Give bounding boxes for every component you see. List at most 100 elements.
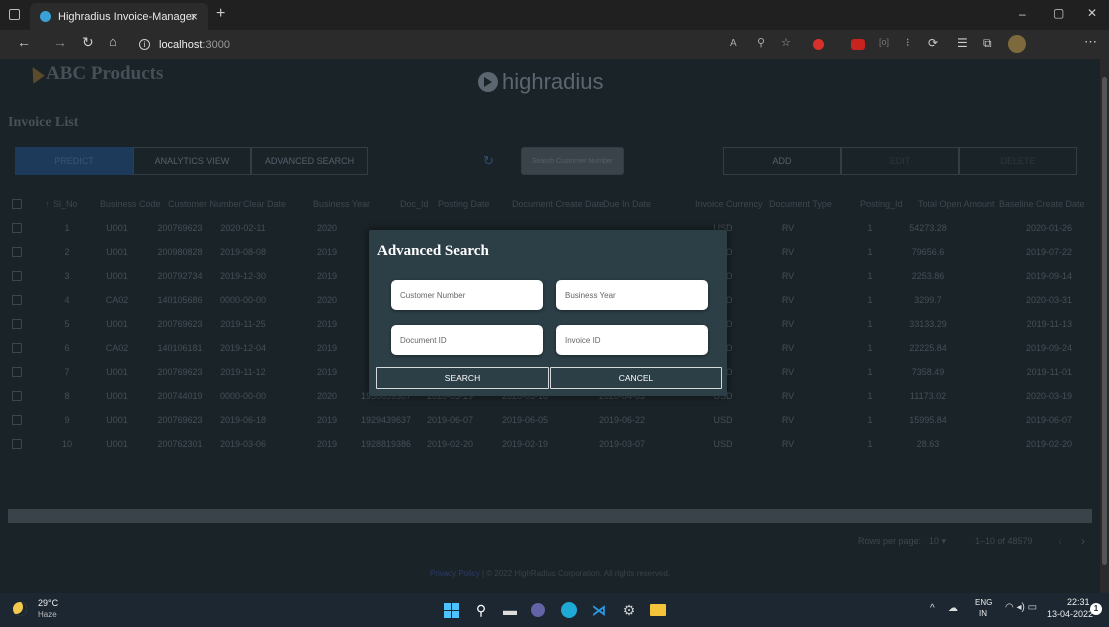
refresh-icon[interactable]: ↻ — [82, 34, 94, 51]
table-row[interactable]: 10 U001 200762301 2019-03-06 2019 1928819386 2… — [0, 432, 1100, 456]
table-cell: 6 — [64, 343, 70, 353]
close-window-button[interactable]: ✕ — [1087, 6, 1097, 20]
table-cell: 2019-09-24 — [1025, 343, 1072, 353]
table-cell: 2019 — [316, 367, 338, 377]
wifi-volume-battery-icons[interactable]: ◠ ◂) ▭ — [1005, 602, 1037, 613]
table-cell: 2020-03-31 — [1025, 295, 1072, 305]
add-button[interactable]: ADD — [723, 147, 841, 175]
read-aloud-icon[interactable]: A — [730, 38, 737, 49]
horizontal-scrollbar[interactable] — [8, 509, 1092, 523]
header-cell[interactable]: Sl_No — [53, 192, 78, 216]
adblock-icon[interactable] — [851, 39, 865, 50]
table-cell: 2019 — [316, 247, 338, 257]
cloud-icon[interactable]: ☁ — [948, 603, 958, 614]
collections-icon[interactable]: ⧉ — [983, 36, 992, 51]
row-checkbox[interactable] — [12, 223, 22, 233]
edge-icon[interactable] — [559, 600, 579, 620]
task-view-icon[interactable]: ▬ — [500, 600, 520, 620]
language-line2[interactable]: IN — [979, 609, 987, 618]
notification-badge-icon[interactable]: 1 — [1090, 603, 1102, 615]
close-tab-icon[interactable]: × — [190, 9, 198, 24]
minimize-button[interactable]: – — [1019, 7, 1026, 21]
header-cell[interactable]: Document Type — [769, 192, 832, 216]
favorites-bar-icon[interactable]: ☰ — [957, 36, 968, 50]
row-checkbox[interactable] — [12, 367, 22, 377]
document-id-input[interactable]: Document ID — [391, 325, 543, 355]
table-cell: U001 — [106, 319, 128, 329]
file-explorer-icon[interactable] — [648, 600, 668, 620]
clock-time[interactable]: 22:31 — [1067, 597, 1090, 607]
language-line1[interactable]: ENG — [975, 598, 992, 607]
start-icon[interactable] — [441, 600, 461, 620]
table-cell: 200769623 — [157, 367, 203, 377]
browser-tab[interactable]: Highradius Invoice-Manager × — [30, 3, 208, 30]
next-page-icon[interactable]: › — [1081, 534, 1085, 548]
predict-button[interactable]: PREDICT — [15, 147, 133, 175]
rows-per-page-select[interactable]: 10 ▾ — [929, 536, 946, 547]
teams-chat-icon[interactable] — [528, 600, 548, 620]
scrollbar-thumb[interactable] — [1102, 77, 1107, 565]
zoom-icon[interactable]: ⚲ — [757, 36, 765, 49]
header-cell[interactable]: Invoice Currency — [695, 192, 763, 216]
table-cell: RV — [781, 295, 795, 305]
home-icon[interactable]: ⌂ — [109, 34, 117, 49]
forward-icon[interactable]: → — [53, 34, 67, 50]
row-checkbox[interactable] — [12, 439, 22, 449]
row-checkbox[interactable] — [12, 343, 22, 353]
profile-avatar[interactable] — [1008, 35, 1026, 53]
settings-icon[interactable]: ⚙ — [619, 600, 639, 620]
extension-bar-icon[interactable]: ⁝ — [906, 36, 910, 49]
row-checkbox[interactable] — [12, 295, 22, 305]
business-year-input[interactable]: Business Year — [556, 280, 708, 310]
advanced-search-button[interactable]: ADVANCED SEARCH — [251, 147, 368, 175]
new-tab-button[interactable]: + — [216, 5, 225, 23]
delete-button[interactable]: DELETE — [959, 147, 1077, 175]
row-checkbox[interactable] — [12, 319, 22, 329]
analytics-view-button[interactable]: ANALYTICS VIEW — [133, 147, 251, 175]
rows-per-page-value: 10 — [929, 536, 940, 546]
extension-red-icon[interactable] — [813, 39, 824, 50]
header-cell[interactable]: Total Open Amount — [918, 192, 995, 216]
header-cell[interactable]: Business Year — [313, 192, 370, 216]
customer-number-input[interactable]: Customer Number — [391, 280, 543, 310]
edit-button[interactable]: EDIT — [841, 147, 959, 175]
more-menu-icon[interactable]: ⋯ — [1084, 34, 1097, 50]
vscode-icon[interactable]: ⋊ — [589, 600, 609, 620]
row-checkbox[interactable] — [12, 415, 22, 425]
row-checkbox[interactable] — [12, 391, 22, 401]
invoice-id-input[interactable]: Invoice ID — [556, 325, 708, 355]
row-checkbox[interactable] — [12, 247, 22, 257]
table-row[interactable]: 9 U001 200769623 2019-06-18 2019 1929439637 20… — [0, 408, 1100, 432]
url-field[interactable]: i localhost:3000 — [131, 33, 691, 56]
header-cell[interactable]: Customer Number — [168, 192, 242, 216]
show-hidden-icons[interactable]: ^ — [930, 603, 935, 614]
refresh-data-icon[interactable]: ↻ — [483, 153, 494, 169]
header-cell[interactable]: Doc_Id — [400, 192, 429, 216]
select-all-checkbox[interactable] — [12, 199, 22, 209]
weather-moon-icon[interactable] — [13, 602, 27, 616]
header-cell[interactable]: Clear Date — [243, 192, 286, 216]
header-cell[interactable]: Due In Date — [603, 192, 651, 216]
header-cell[interactable]: Posting Date — [438, 192, 490, 216]
sort-arrow-icon[interactable]: ↑ — [45, 192, 50, 216]
back-icon[interactable]: ← — [17, 34, 31, 50]
app-header: ABC Products highradius — [0, 59, 1100, 99]
row-checkbox[interactable] — [12, 271, 22, 281]
extensions-icon[interactable]: ⟳ — [928, 36, 938, 50]
favorite-icon[interactable]: ☆ — [781, 36, 791, 49]
privacy-policy-link[interactable]: Privacy Policy — [430, 569, 480, 578]
search-icon[interactable]: ⚲ — [471, 600, 491, 620]
cancel-button[interactable]: CANCEL — [550, 367, 722, 389]
clock-date[interactable]: 13-04-2022 — [1047, 609, 1093, 619]
page-scrollbar[interactable] — [1100, 59, 1109, 593]
search-button[interactable]: SEARCH — [376, 367, 549, 389]
maximize-button[interactable]: ▢ — [1053, 6, 1064, 20]
tab-actions-icon[interactable] — [9, 9, 20, 20]
header-cell[interactable]: Business Code — [100, 192, 161, 216]
search-customer-input[interactable]: Search Customer Number — [521, 147, 624, 175]
extension-icon[interactable]: [o] — [879, 37, 889, 47]
header-cell[interactable]: Posting_Id — [860, 192, 903, 216]
prev-page-icon[interactable]: ‹ — [1058, 534, 1062, 548]
header-cell[interactable]: Baseline Create Date — [999, 192, 1085, 216]
header-cell[interactable]: Document Create Date — [512, 192, 604, 216]
